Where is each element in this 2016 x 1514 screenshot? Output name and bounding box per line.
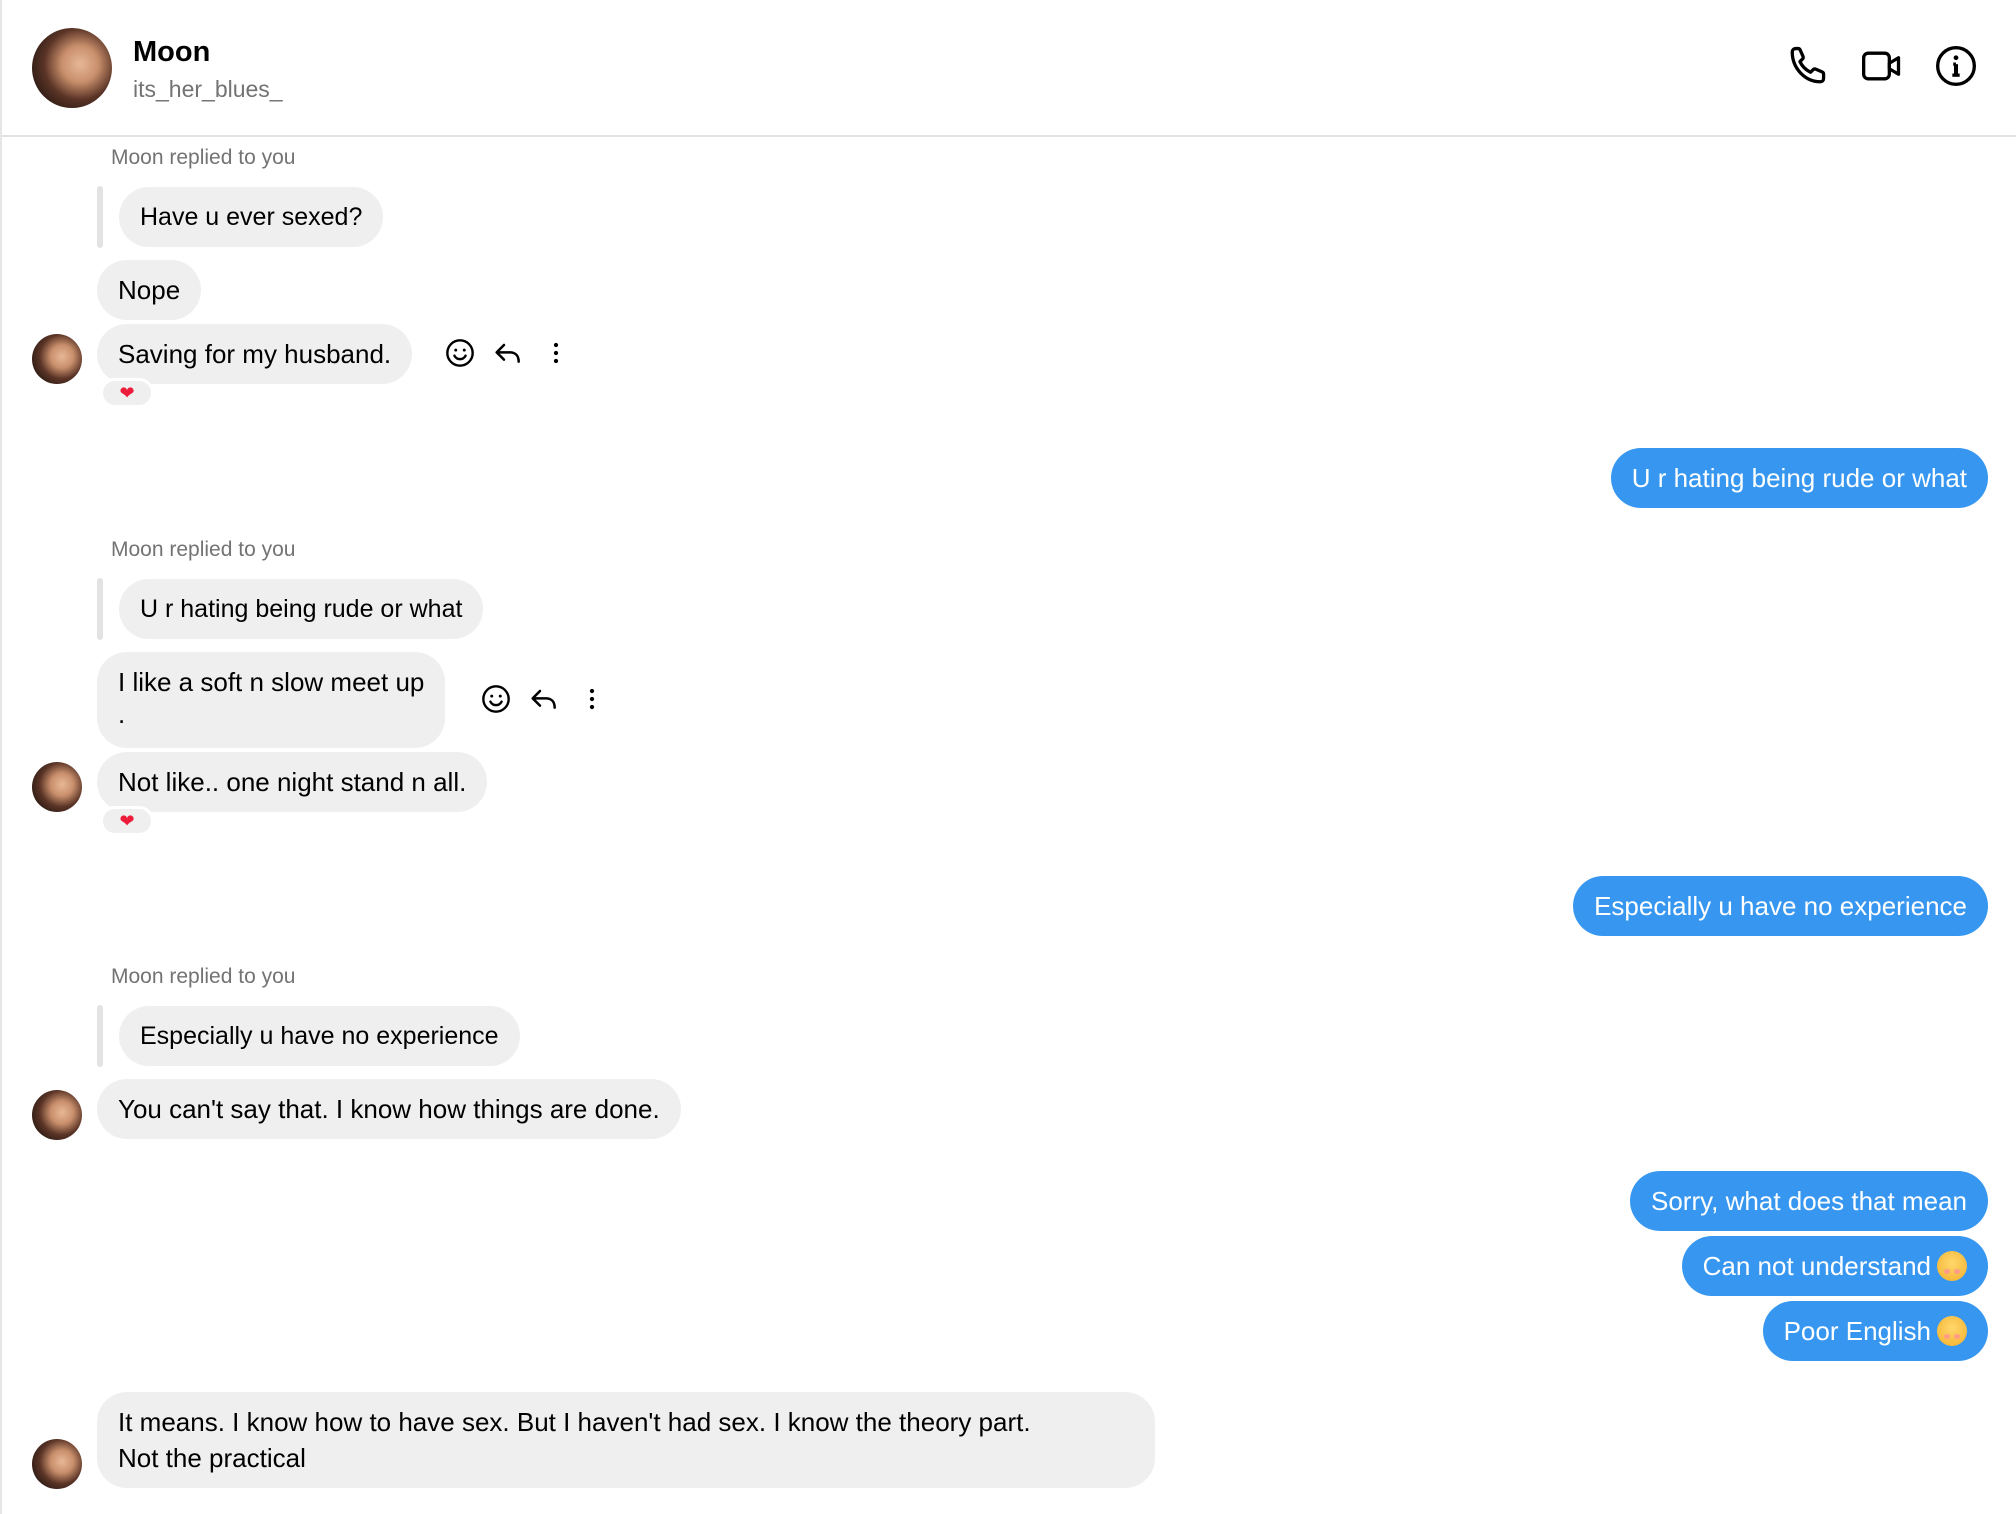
pleading-face-emoji-icon [1937, 1316, 1967, 1347]
outgoing-message[interactable]: Sorry, what does that mean [1629, 1171, 1988, 1231]
heart-reaction[interactable]: ❤ [100, 806, 154, 836]
quoted-message[interactable]: Especially u have no experience [119, 1006, 520, 1066]
message-line: I like a soft n slow meet up [118, 667, 425, 697]
info-icon[interactable] [1934, 44, 1978, 88]
incoming-message[interactable]: You can't say that. I know how things ar… [97, 1079, 681, 1139]
avatar[interactable] [32, 762, 82, 812]
phone-icon[interactable] [1786, 44, 1830, 88]
message-line: It means. I know how to have sex. But I … [118, 1407, 1031, 1437]
incoming-message[interactable]: Not like.. one night stand n all. [97, 752, 488, 812]
more-options-icon[interactable] [540, 337, 572, 369]
message-text: Can not understand [1702, 1251, 1931, 1281]
reply-note: Moon replied to you [111, 146, 296, 169]
message-actions [480, 683, 608, 715]
outgoing-message[interactable]: U r hating being rude or what [1610, 448, 1988, 508]
message-text: Poor English [1783, 1316, 1931, 1346]
quoted-message[interactable]: U r hating being rude or what [119, 579, 484, 639]
video-call-icon[interactable] [1860, 44, 1904, 88]
quote-bar [97, 1005, 103, 1067]
quote-bar [97, 578, 103, 640]
avatar[interactable] [32, 1439, 82, 1489]
chat-window: Moon its_her_blues_ Moon replied to you … [0, 0, 2016, 1514]
incoming-message[interactable]: I like a soft n slow meet up . [97, 652, 446, 748]
contact-handle: its_her_blues_ [133, 76, 283, 102]
contact-name[interactable]: Moon [133, 36, 210, 69]
incoming-message[interactable]: Saving for my husband. [97, 324, 413, 384]
reply-note: Moon replied to you [111, 965, 296, 988]
quoted-message[interactable]: Have u ever sexed? [119, 187, 384, 247]
reply-note: Moon replied to you [111, 538, 296, 561]
incoming-message[interactable]: Nope [97, 260, 202, 320]
heart-reaction[interactable]: ❤ [100, 378, 154, 408]
outgoing-message[interactable]: Especially u have no experience [1573, 876, 1988, 936]
conversation-header: Moon its_her_blues_ [2, 0, 2016, 137]
outgoing-message[interactable]: Poor English [1762, 1301, 1988, 1361]
avatar[interactable] [32, 28, 112, 108]
incoming-message[interactable]: It means. I know how to have sex. But I … [97, 1392, 1155, 1488]
message-actions [444, 337, 572, 369]
message-line: Not the practical [118, 1443, 306, 1473]
reply-icon[interactable] [528, 683, 560, 715]
message-line: . [118, 699, 126, 729]
avatar[interactable] [32, 1090, 82, 1140]
reply-icon[interactable] [492, 337, 524, 369]
outgoing-message[interactable]: Can not understand [1681, 1236, 1988, 1296]
avatar[interactable] [32, 334, 82, 384]
quote-bar [97, 186, 103, 248]
pleading-face-emoji-icon [1937, 1251, 1967, 1282]
emoji-react-icon[interactable] [444, 337, 476, 369]
emoji-react-icon[interactable] [480, 683, 512, 715]
header-actions [1786, 44, 1978, 88]
more-options-icon[interactable] [576, 683, 608, 715]
